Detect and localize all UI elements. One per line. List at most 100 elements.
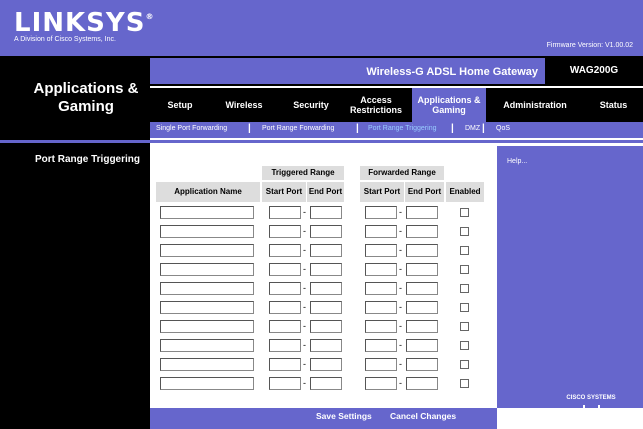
triggered-end-port-input[interactable] [310,206,342,219]
cisco-bars-icon [573,405,610,415]
forwarded-end-port-input[interactable] [406,339,438,352]
forwarded-start-port-header: Start Port [360,182,404,202]
tab-administration[interactable]: Administration [486,88,584,122]
application-name-input[interactable] [160,377,254,390]
triggered-start-port-input[interactable] [269,282,301,295]
triggered-end-port-input[interactable] [310,339,342,352]
cisco-logo-text: CISCO SYSTEMS [566,395,616,401]
enabled-checkbox[interactable] [460,246,469,255]
tab-wireless[interactable]: Wireless [210,88,278,122]
section-label: Port Range Triggering [34,154,140,165]
triggered-end-port-input[interactable] [310,282,342,295]
triggered-start-port-input[interactable] [269,244,301,257]
forwarded-end-port-input[interactable] [406,244,438,257]
forwarded-start-port-input[interactable] [365,263,397,276]
forwarded-end-port-input[interactable] [406,358,438,371]
help-link[interactable]: Help... [507,158,527,165]
application-name-input[interactable] [160,320,254,333]
range-dash: - [303,226,306,236]
triggered-start-port-input[interactable] [269,358,301,371]
triggered-range-header: Triggered Range [262,166,344,180]
triggered-start-port-input[interactable] [269,320,301,333]
triggered-start-port-input[interactable] [269,301,301,314]
forwarded-end-port-input[interactable] [406,225,438,238]
enabled-checkbox[interactable] [460,379,469,388]
forwarded-end-port-input[interactable] [406,301,438,314]
triggered-end-port-input[interactable] [310,377,342,390]
product-bar: Wireless-G ADSL Home Gateway WAG200G [150,58,643,86]
subtab-single-port-forwarding[interactable]: Single Port Forwarding [156,125,227,132]
application-name-input[interactable] [160,301,254,314]
application-name-input[interactable] [160,282,254,295]
linksys-logo: LINKSYS® [14,8,155,38]
forwarded-end-port-input[interactable] [406,320,438,333]
product-name: Wireless-G ADSL Home Gateway [366,66,538,78]
enabled-checkbox[interactable] [460,360,469,369]
enabled-checkbox[interactable] [460,322,469,331]
enabled-checkbox[interactable] [460,284,469,293]
divider [0,140,643,143]
forwarded-end-port-input[interactable] [406,206,438,219]
application-name-input[interactable] [160,358,254,371]
range-dash: - [303,378,306,388]
application-name-input[interactable] [160,339,254,352]
forwarded-start-port-input[interactable] [365,301,397,314]
subtab-port-range-forwarding[interactable]: Port Range Forwarding [262,125,334,132]
forwarded-end-port-input[interactable] [406,282,438,295]
forwarded-start-port-input[interactable] [365,358,397,371]
subtab-port-range-triggering[interactable]: Port Range Triggering [368,125,436,132]
triggered-start-port-input[interactable] [269,225,301,238]
forwarded-start-port-input[interactable] [365,206,397,219]
forwarded-start-port-input[interactable] [365,320,397,333]
application-name-input[interactable] [160,263,254,276]
tab-access-restrictions[interactable]: Access Restrictions [344,88,408,122]
range-dash: - [399,245,402,255]
range-dash: - [399,340,402,350]
triggered-end-port-input[interactable] [310,301,342,314]
enabled-header: Enabled [446,182,484,202]
forwarded-end-port-input[interactable] [406,377,438,390]
forwarded-start-port-input[interactable] [365,225,397,238]
triggered-start-port-input[interactable] [269,206,301,219]
forwarded-start-port-input[interactable] [365,339,397,352]
tab-applications-gaming[interactable]: Applications & Gaming [412,88,486,122]
forwarded-start-port-input[interactable] [365,244,397,257]
triggered-start-port-input[interactable] [269,339,301,352]
action-bar: Save Settings Cancel Changes [150,408,497,429]
triggered-end-port-input[interactable] [310,358,342,371]
divider [150,56,643,58]
application-name-input[interactable] [160,206,254,219]
tab-status[interactable]: Status [584,88,643,122]
page-title: Applications & Gaming [33,80,139,115]
cancel-changes-button[interactable]: Cancel Changes [390,411,456,421]
triggered-start-port-input[interactable] [269,377,301,390]
forwarded-end-port-input[interactable] [406,263,438,276]
application-name-input[interactable] [160,244,254,257]
range-dash: - [399,359,402,369]
triggered-start-port-input[interactable] [269,263,301,276]
enabled-checkbox[interactable] [460,227,469,236]
enabled-checkbox[interactable] [460,303,469,312]
triggered-end-port-input[interactable] [310,225,342,238]
application-name-input[interactable] [160,225,254,238]
triggered-end-port-input[interactable] [310,244,342,257]
main-tabs: Setup Wireless Security Access Restricti… [150,88,643,122]
firmware-version: Firmware Version: V1.00.02 [546,42,633,49]
subtab-separator: | [356,123,359,134]
subtab-dmz[interactable]: DMZ [465,125,480,132]
save-settings-button[interactable]: Save Settings [316,411,372,421]
model-number: WAG200G [545,58,643,84]
enabled-checkbox[interactable] [460,341,469,350]
subtab-qos[interactable]: QoS [496,125,510,132]
enabled-checkbox[interactable] [460,265,469,274]
triggered-end-port-input[interactable] [310,320,342,333]
enabled-checkbox[interactable] [460,208,469,217]
tab-setup[interactable]: Setup [150,88,210,122]
triggered-end-port-input[interactable] [310,263,342,276]
triggered-end-port-header: End Port [307,182,344,202]
range-dash: - [303,264,306,274]
tab-security[interactable]: Security [278,88,344,122]
forwarded-start-port-input[interactable] [365,282,397,295]
logo-subtitle: A Division of Cisco Systems, Inc. [14,36,116,43]
forwarded-start-port-input[interactable] [365,377,397,390]
